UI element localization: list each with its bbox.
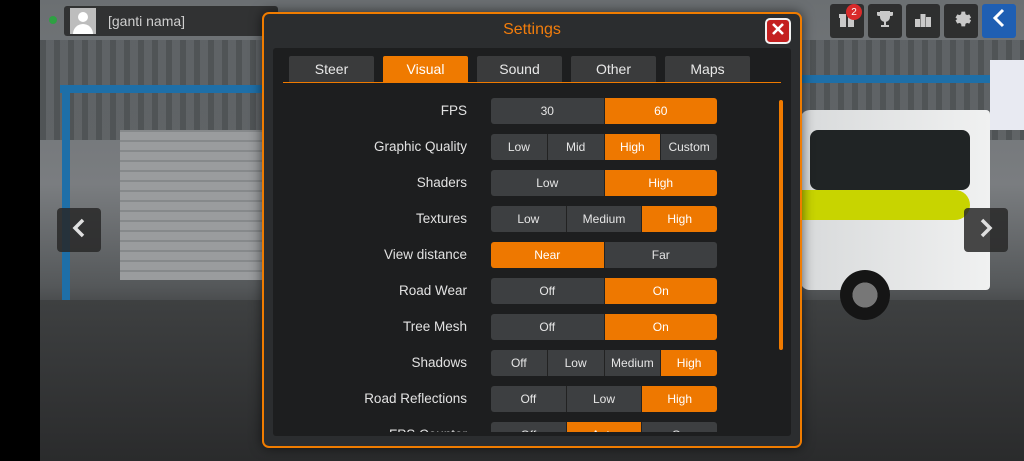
- setting-row-fps: FPS 30 60: [273, 98, 773, 124]
- option-button[interactable]: Mid: [547, 134, 605, 160]
- setting-options-road-reflections: Off Low High: [491, 386, 717, 412]
- setting-options-view-distance: Near Far: [491, 242, 717, 268]
- chevron-right-icon: [975, 217, 997, 244]
- setting-label: Shaders: [416, 175, 467, 190]
- setting-row-shaders: Shaders Low High: [273, 170, 773, 196]
- setting-row-road-wear: Road Wear Off On: [273, 278, 773, 304]
- setting-options-fps-counter: OffAutoOn: [491, 422, 717, 432]
- back-button[interactable]: [982, 4, 1016, 38]
- option-button[interactable]: High: [642, 206, 717, 232]
- option-button[interactable]: Medium: [604, 350, 662, 376]
- setting-options-shadows: Off Low Medium High: [491, 350, 717, 376]
- option-button[interactable]: Off: [491, 314, 605, 340]
- player-profile[interactable]: [ganti nama]: [64, 6, 278, 36]
- option-button[interactable]: Low: [566, 386, 643, 412]
- visual-settings-list: FPS 30 60 Graphic Quality Low Mid High Custom Sh…: [273, 98, 773, 432]
- settings-dialog: Settings Steer Visual Sound Other Maps F…: [262, 12, 802, 448]
- close-button[interactable]: [765, 18, 791, 44]
- option-button[interactable]: Low: [547, 350, 605, 376]
- tab-visual[interactable]: Visual: [383, 56, 468, 82]
- setting-label: Road Reflections: [364, 391, 467, 406]
- option-button[interactable]: Off: [491, 386, 567, 412]
- gear-icon: [950, 8, 972, 35]
- setting-options-graphic-quality: Low Mid High Custom: [491, 134, 717, 160]
- option-button[interactable]: Off: [491, 350, 548, 376]
- tab-underline: [283, 82, 781, 83]
- setting-label: Shadows: [411, 355, 467, 370]
- setting-row-view-distance: View distance Near Far: [273, 242, 773, 268]
- setting-label: View distance: [383, 247, 467, 262]
- option-button[interactable]: On: [604, 278, 717, 304]
- setting-label: FPS Counter: [389, 427, 467, 432]
- close-icon: [772, 22, 784, 40]
- option-button[interactable]: High: [642, 386, 717, 412]
- setting-options-road-wear: Off On: [491, 278, 717, 304]
- settings-tabs: Steer Visual Sound Other Maps: [289, 56, 750, 82]
- setting-label: Road Wear: [398, 283, 467, 298]
- option-button[interactable]: High: [661, 350, 717, 376]
- previous-bus-button[interactable]: [57, 208, 101, 252]
- setting-options-fps: 30 60: [491, 98, 717, 124]
- option-button[interactable]: On: [604, 314, 717, 340]
- bus-model: [800, 110, 990, 320]
- trophy-icon: [875, 9, 895, 34]
- option-button[interactable]: Medium: [566, 206, 643, 232]
- option-button[interactable]: Low: [491, 134, 548, 160]
- avatar: [70, 8, 96, 34]
- notification-badge: 2: [846, 4, 862, 20]
- wall-poster: [990, 60, 1024, 130]
- setting-label: Tree Mesh: [402, 319, 467, 334]
- trophy-button[interactable]: [868, 4, 902, 38]
- settings-panel: Steer Visual Sound Other Maps FPS 30 60 Gra…: [273, 48, 791, 436]
- option-button[interactable]: Auto: [566, 422, 643, 432]
- option-button[interactable]: Off: [491, 422, 567, 432]
- setting-options-shaders: Low High: [491, 170, 717, 196]
- hud-toolbar: 2: [830, 4, 1016, 38]
- player-name: [ganti nama]: [108, 13, 186, 29]
- gift-button[interactable]: 2: [830, 4, 864, 38]
- option-button[interactable]: Low: [491, 170, 605, 196]
- next-bus-button[interactable]: [964, 208, 1008, 252]
- settings-scrollbar[interactable]: [779, 100, 783, 350]
- settings-button[interactable]: [944, 4, 978, 38]
- setting-row-textures: Textures Low Medium High: [273, 206, 773, 232]
- setting-row-road-reflections: Road Reflections Off Low High: [273, 386, 773, 412]
- option-button[interactable]: Off: [491, 278, 605, 304]
- option-button[interactable]: High: [604, 170, 717, 196]
- setting-row-tree-mesh: Tree Mesh Off On: [273, 314, 773, 340]
- tab-steer[interactable]: Steer: [289, 56, 374, 82]
- leaderboard-icon: [913, 9, 933, 34]
- setting-options-tree-mesh: Off On: [491, 314, 717, 340]
- tab-maps[interactable]: Maps: [665, 56, 750, 82]
- tab-other[interactable]: Other: [571, 56, 656, 82]
- option-button[interactable]: Near: [491, 242, 605, 268]
- option-button[interactable]: 60: [604, 98, 717, 124]
- option-button[interactable]: On: [642, 422, 717, 432]
- back-arrow-icon: [991, 8, 1007, 34]
- chevron-left-icon: [68, 217, 90, 244]
- dialog-title: Settings: [503, 21, 561, 38]
- option-button[interactable]: High: [604, 134, 662, 160]
- leaderboard-button[interactable]: [906, 4, 940, 38]
- setting-row-shadows: Shadows Off Low Medium High: [273, 350, 773, 376]
- option-button[interactable]: Far: [604, 242, 717, 268]
- setting-row-fps-counter: FPS Counter OffAutoOn: [273, 422, 773, 432]
- option-button[interactable]: Low: [491, 206, 567, 232]
- setting-label: FPS: [440, 103, 467, 118]
- setting-options-textures: Low Medium High: [491, 206, 717, 232]
- option-button[interactable]: Custom: [661, 134, 717, 160]
- tab-sound[interactable]: Sound: [477, 56, 562, 82]
- option-button[interactable]: 30: [491, 98, 605, 124]
- support-post: [62, 90, 70, 300]
- online-status-dot: [49, 16, 57, 24]
- setting-label: Textures: [415, 211, 467, 226]
- setting-row-graphic-quality: Graphic Quality Low Mid High Custom: [273, 134, 773, 160]
- setting-label: Graphic Quality: [373, 139, 467, 154]
